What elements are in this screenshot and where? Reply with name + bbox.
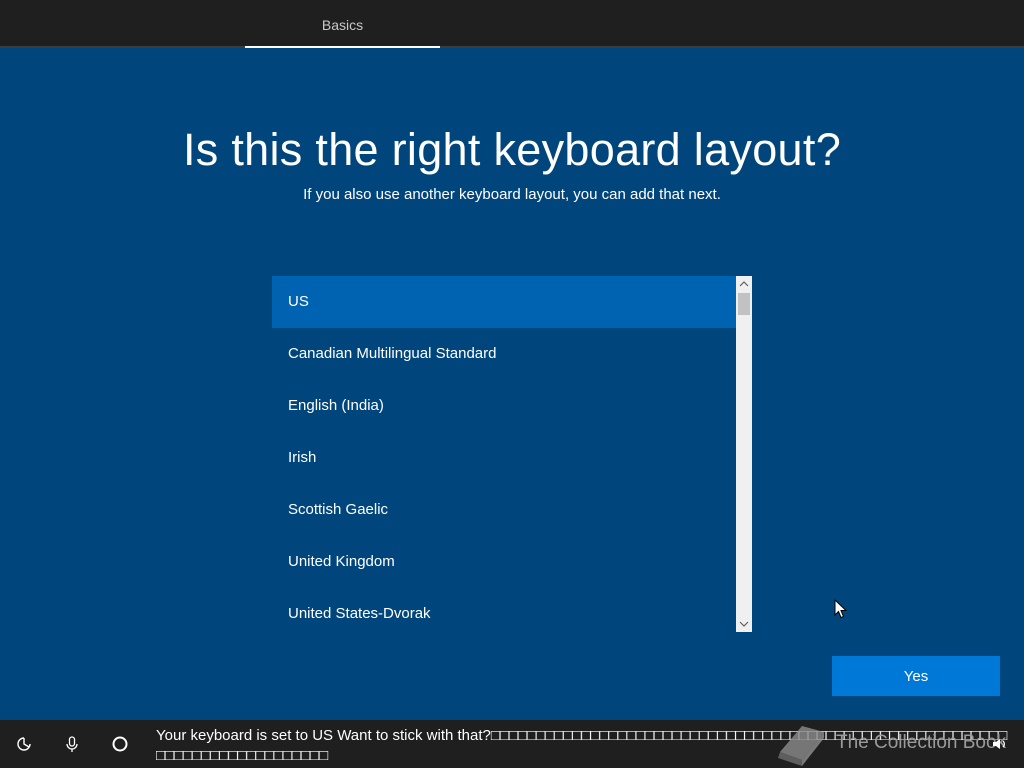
list-item-irish[interactable]: Irish [272, 432, 736, 484]
watermark: The Collection Book [772, 722, 1022, 768]
page-subtitle: If you also use another keyboard layout,… [303, 186, 721, 203]
chevron-down-icon [739, 621, 749, 627]
scroll-up-button[interactable] [736, 276, 752, 292]
ease-of-access-button[interactable] [14, 734, 34, 754]
tab-basics-label: Basics [321, 17, 364, 33]
list-item-english-india[interactable]: English (India) [272, 380, 736, 432]
ease-of-access-icon [17, 737, 31, 751]
keyboard-layout-list[interactable]: US Canadian Multilingual Standard Englis… [272, 276, 752, 632]
top-bar: Basics [0, 0, 1024, 48]
list-item-us[interactable]: US [272, 276, 736, 328]
list-item-united-kingdom[interactable]: United Kingdom [272, 536, 736, 588]
tab-active-underline [245, 46, 440, 48]
cortana-icon [112, 736, 128, 752]
scroll-down-button[interactable] [736, 616, 752, 632]
microphone-icon [66, 736, 78, 752]
watermark-text: The Collection Book [836, 732, 1007, 753]
mouse-cursor-icon [834, 599, 848, 619]
scroll-thumb[interactable] [738, 293, 750, 315]
page-title: Is this the right keyboard layout? [182, 124, 842, 175]
cortana-button[interactable] [110, 734, 130, 754]
microphone-button[interactable] [62, 734, 82, 754]
volume-button[interactable] [990, 734, 1010, 754]
tab-basics: Basics [245, 0, 440, 48]
volume-icon [993, 739, 1005, 749]
bottom-bar: Your keyboard is set to US Want to stick… [0, 720, 1024, 768]
book-logo-icon [778, 726, 824, 766]
list-item-canadian-multilingual[interactable]: Canadian Multilingual Standard [272, 328, 736, 380]
chevron-up-icon [739, 281, 749, 287]
list-item-united-states-dvorak[interactable]: United States-Dvorak [272, 588, 736, 632]
list-item-scottish-gaelic[interactable]: Scottish Gaelic [272, 484, 736, 536]
yes-button[interactable]: Yes [832, 656, 1000, 696]
list-scrollbar[interactable] [736, 276, 752, 632]
